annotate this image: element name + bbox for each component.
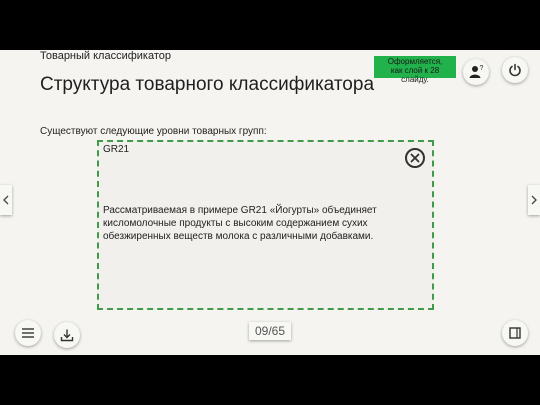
power-button[interactable] <box>502 57 528 83</box>
slide-counter: 09/65 <box>249 322 291 340</box>
chevron-left-icon <box>3 195 9 205</box>
prev-slide-button[interactable] <box>0 185 12 215</box>
expand-window-icon <box>509 327 521 339</box>
svg-text:?: ? <box>480 65 484 72</box>
user-question-icon: ? <box>469 65 484 78</box>
hamburger-menu-icon <box>22 328 34 338</box>
menu-button[interactable] <box>15 320 41 346</box>
help-button[interactable]: ? <box>463 59 489 85</box>
popup-close-button[interactable] <box>405 148 425 168</box>
note-badge-line: Оформляется, <box>387 57 443 66</box>
note-badge-line: как слой к 28 <box>390 66 440 75</box>
download-icon <box>60 329 74 342</box>
popup-panel: GR21 Рассматриваемая в примере GR21 «Йог… <box>97 140 434 310</box>
slide-stage: Товарный классификатор Структура товарно… <box>0 50 540 355</box>
next-slide-button[interactable] <box>528 185 540 215</box>
chevron-right-icon <box>531 195 537 205</box>
expand-button[interactable] <box>502 320 528 346</box>
download-button[interactable] <box>54 322 80 348</box>
popup-body: Рассматриваемая в примере GR21 «Йогурты»… <box>103 205 377 242</box>
power-icon <box>509 63 521 77</box>
note-badge: Оформляется, как слой к 28 слайду. <box>374 56 456 84</box>
popup-title: GR21 <box>103 144 130 155</box>
lead-text: Существуют следующие уровни товарных гру… <box>40 126 267 137</box>
note-badge-line: слайду. <box>401 75 429 84</box>
close-icon <box>410 153 420 163</box>
breadcrumb: Товарный классификатор <box>40 50 172 62</box>
page-title: Структура товарного классификатора <box>40 74 375 95</box>
